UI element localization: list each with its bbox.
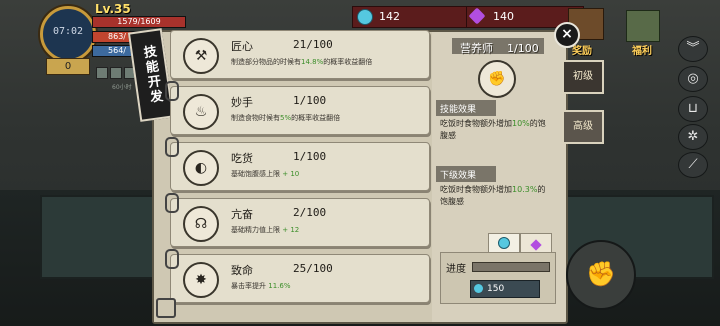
- paper-clip-icon: [165, 81, 179, 101]
- burst-icon: ✸: [183, 262, 219, 298]
- cyan-gem-icon: [474, 284, 483, 293]
- purple-gem-icon: [530, 239, 542, 251]
- chef-hat-icon: ♨: [183, 94, 219, 130]
- next-text: 吃饭时食物额外增加10.3%的饱腹感: [440, 185, 546, 206]
- skill-level: 2/100: [293, 206, 327, 219]
- progress-label: 进度: [446, 264, 466, 275]
- hammer-wrench-icon: ⚒: [183, 38, 219, 74]
- tab-primary[interactable]: 初级: [562, 60, 604, 94]
- skill-level: 21/100: [293, 38, 333, 51]
- welfare-box-icon[interactable]: [626, 10, 660, 42]
- status-icon: [96, 67, 108, 79]
- purple-gem-icon: [468, 7, 486, 25]
- purple-gem-value: 140: [493, 10, 514, 23]
- clock-time: 07:02: [52, 26, 84, 37]
- skill-desc: 暴击率提升 11.6%: [231, 282, 291, 290]
- progress-bar: [472, 262, 550, 272]
- health-bar: 1579/1609: [92, 16, 186, 28]
- cart-icon[interactable]: ⊔: [678, 96, 708, 122]
- scroll-corner-icon: [156, 298, 176, 318]
- skill-desc: 基础饱腹感上限 + 10: [231, 170, 300, 178]
- skill-row[interactable]: ✸ 致命 25/100 暴击率提升 11.6%: [165, 249, 430, 303]
- skill-row[interactable]: ◐ 吃货 1/100 基础饱腹感上限 + 10: [165, 137, 430, 191]
- skill-desc: 制造食物时候有5%的概率收益翻倍: [231, 114, 341, 122]
- skill-name: 吃货: [231, 152, 253, 165]
- chevron-double-down-icon[interactable]: ︾: [678, 36, 708, 62]
- skill-name: 亢奋: [231, 208, 253, 221]
- tab-advanced[interactable]: 高级: [562, 110, 604, 144]
- paper-clip-icon: [165, 193, 179, 213]
- effect-title: 技能效果: [440, 105, 477, 115]
- fist-action-button[interactable]: ✊: [566, 240, 636, 310]
- skill-level: 1/100: [293, 150, 327, 163]
- skill-name: 妙手: [231, 96, 253, 109]
- cyan-gem-icon: [357, 9, 373, 25]
- upgrade-cost-button[interactable]: 150: [470, 280, 540, 298]
- paper-clip-icon: [165, 249, 179, 269]
- skill-desc: 基础精力值上限 + 12: [231, 226, 300, 234]
- skill-name: 致命: [231, 264, 253, 277]
- paper-clip-icon: [165, 137, 179, 157]
- settings-icon[interactable]: ✲: [678, 124, 708, 150]
- sword-icon[interactable]: ⟋: [678, 152, 708, 178]
- cyan-gem-counter[interactable]: 142: [352, 6, 470, 28]
- medal-icon[interactable]: ◎: [678, 66, 708, 92]
- cyan-gem-icon: [498, 237, 510, 249]
- close-button[interactable]: ×: [554, 22, 580, 48]
- next-title: 下级效果: [440, 171, 477, 181]
- skill-level: 25/100: [293, 262, 333, 275]
- player-level: Lv.35: [95, 2, 131, 16]
- detail-title: 营养师 1/100: [460, 42, 539, 55]
- skill-row[interactable]: ⚒ 匠心 21/100 制造部分物品的时候有14.8%的概率收益翻倍: [170, 30, 430, 79]
- brain-head-icon: ☊: [183, 206, 219, 242]
- skill-row[interactable]: ♨ 妙手 1/100 制造食物时候有5%的概率收益翻倍: [165, 81, 430, 135]
- cyan-gem-value: 142: [379, 10, 400, 23]
- skill-row[interactable]: ☊ 亢奋 2/100 基础精力值上限 + 12: [165, 193, 430, 247]
- background-window-left: [40, 195, 154, 279]
- skill-level: 1/100: [293, 94, 327, 107]
- skill-name: 匠心: [231, 40, 253, 53]
- skill-desc: 制造部分物品的时候有14.8%的概率收益翻倍: [231, 58, 373, 66]
- effect-text: 吃饭时食物额外增加10%的饱腹感: [440, 119, 546, 140]
- upgrade-cost-value: 150: [487, 284, 505, 294]
- status-icon: [110, 67, 122, 79]
- money-counter: 0: [46, 58, 90, 75]
- flexed-arm-icon: ✊: [478, 60, 516, 98]
- welfare-label[interactable]: 福利: [632, 42, 652, 57]
- stomach-icon: ◐: [183, 150, 219, 186]
- hours-label: 60小时: [112, 84, 132, 91]
